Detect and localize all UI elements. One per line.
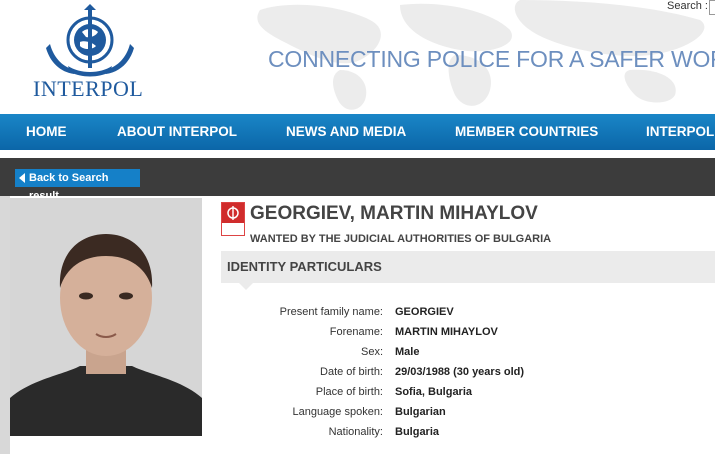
red-notice-icon xyxy=(221,202,245,236)
back-arrow-icon xyxy=(19,173,25,183)
search-label: Search : xyxy=(667,0,708,12)
label-nationality: Nationality: xyxy=(328,426,383,438)
portrait-image xyxy=(10,198,202,436)
left-gutter xyxy=(0,196,10,454)
wanted-by-subtitle: WANTED BY THE JUDICIAL AUTHORITIES OF BU… xyxy=(250,233,552,245)
site-tagline: CONNECTING POLICE FOR A SAFER WORLD xyxy=(268,46,715,72)
nav-item-home[interactable]: HOME xyxy=(26,124,67,139)
value-forename: MARTIN MIHAYLOV xyxy=(395,326,498,338)
nav-item-about-interpol[interactable]: ABOUT INTERPOL xyxy=(117,124,237,139)
nav-item-member-countries[interactable]: MEMBER COUNTRIES xyxy=(455,124,598,139)
nav-divider xyxy=(0,150,715,158)
section-title: IDENTITY PARTICULARS xyxy=(227,259,382,274)
label-sex: Sex: xyxy=(360,346,383,358)
value-nationality: Bulgaria xyxy=(395,426,440,438)
value-date-of-birth: 29/03/1988 (30 years old) xyxy=(395,366,525,378)
label-forename: Forename: xyxy=(329,326,383,338)
section-pointer xyxy=(239,283,253,290)
search-input[interactable] xyxy=(709,0,715,15)
label-language-spoken: Language spoken: xyxy=(292,406,383,418)
value-sex: Male xyxy=(395,346,420,358)
interpol-logo-text[interactable]: INTERPOL xyxy=(33,76,143,102)
main-nav: HOME ABOUT INTERPOL NEWS AND MEDIA MEMBE… xyxy=(0,114,715,150)
label-date-of-birth: Date of birth: xyxy=(320,366,383,378)
nav-item-interpol[interactable]: INTERPOL xyxy=(646,124,714,139)
label-place-of-birth: Place of birth: xyxy=(315,386,383,398)
value-place-of-birth: Sofia, Bulgaria xyxy=(395,386,473,398)
nav-item-news-and-media[interactable]: NEWS AND MEDIA xyxy=(286,124,406,139)
value-language-spoken: Bulgarian xyxy=(395,406,446,418)
value-family-name: GEORGIEV xyxy=(395,306,454,318)
identity-particulars-header: IDENTITY PARTICULARS xyxy=(221,251,715,290)
label-family-name: Present family name: xyxy=(279,306,383,318)
site-header: INTERPOL CONNECTING POLICE FOR A SAFER W… xyxy=(0,0,715,114)
person-name: GEORGIEV, MARTIN MIHAYLOV xyxy=(250,203,538,224)
wanted-person-photo xyxy=(10,198,202,436)
back-to-search-button[interactable]: Back to Search result xyxy=(15,169,140,202)
